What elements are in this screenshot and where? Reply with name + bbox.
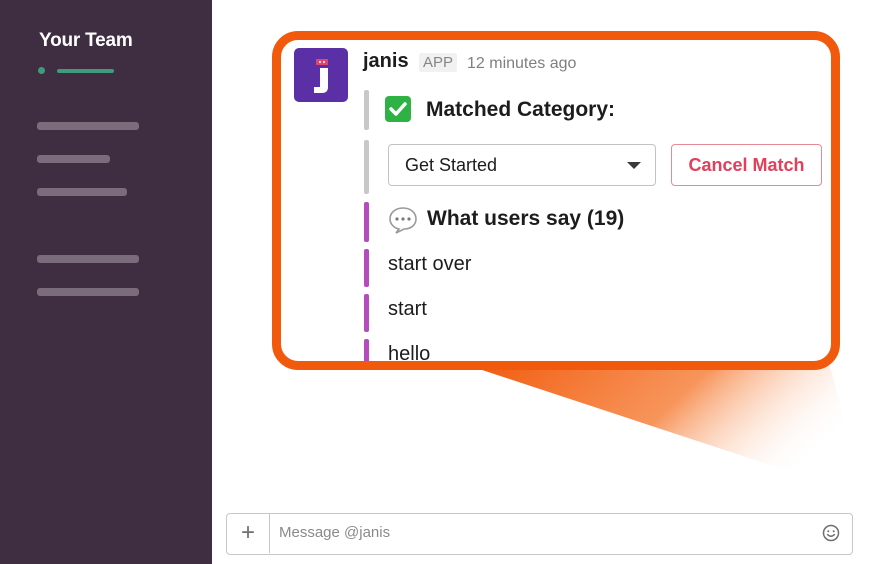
highlighted-message: janis APP 12 minutes ago Matched Categor… [272,31,840,370]
janis-logo-icon[interactable] [294,48,348,102]
utterance-item: start [388,298,427,320]
app-badge: APP [419,53,458,72]
white-check-mark-icon [385,96,411,122]
attachment-stripe [364,202,369,242]
category-select[interactable]: Get Started [388,144,656,186]
message-input[interactable]: Message @janis [279,524,390,541]
smiley-icon[interactable] [822,524,840,542]
utterance-item: hello [388,343,431,365]
attachment-stripe [364,339,369,361]
matched-category-label: Matched Category: [426,98,616,121]
message-composer: + Message @janis [226,513,853,555]
message-author[interactable]: janis [363,50,409,73]
caret-down-icon [627,162,641,169]
users-say-label: What users say (19) [427,207,625,230]
add-attachment-button[interactable]: + [227,514,270,553]
attachment-stripe [364,90,369,130]
message-timestamp[interactable]: 12 minutes ago [467,55,576,73]
attachment-stripe [364,294,369,332]
speech-balloon-icon [389,207,417,234]
category-select-value: Get Started [405,155,498,175]
attachment-stripe [364,249,369,287]
utterance-item: start over [388,253,472,275]
attachment-stripe [364,140,369,194]
cancel-match-button[interactable]: Cancel Match [671,144,822,186]
